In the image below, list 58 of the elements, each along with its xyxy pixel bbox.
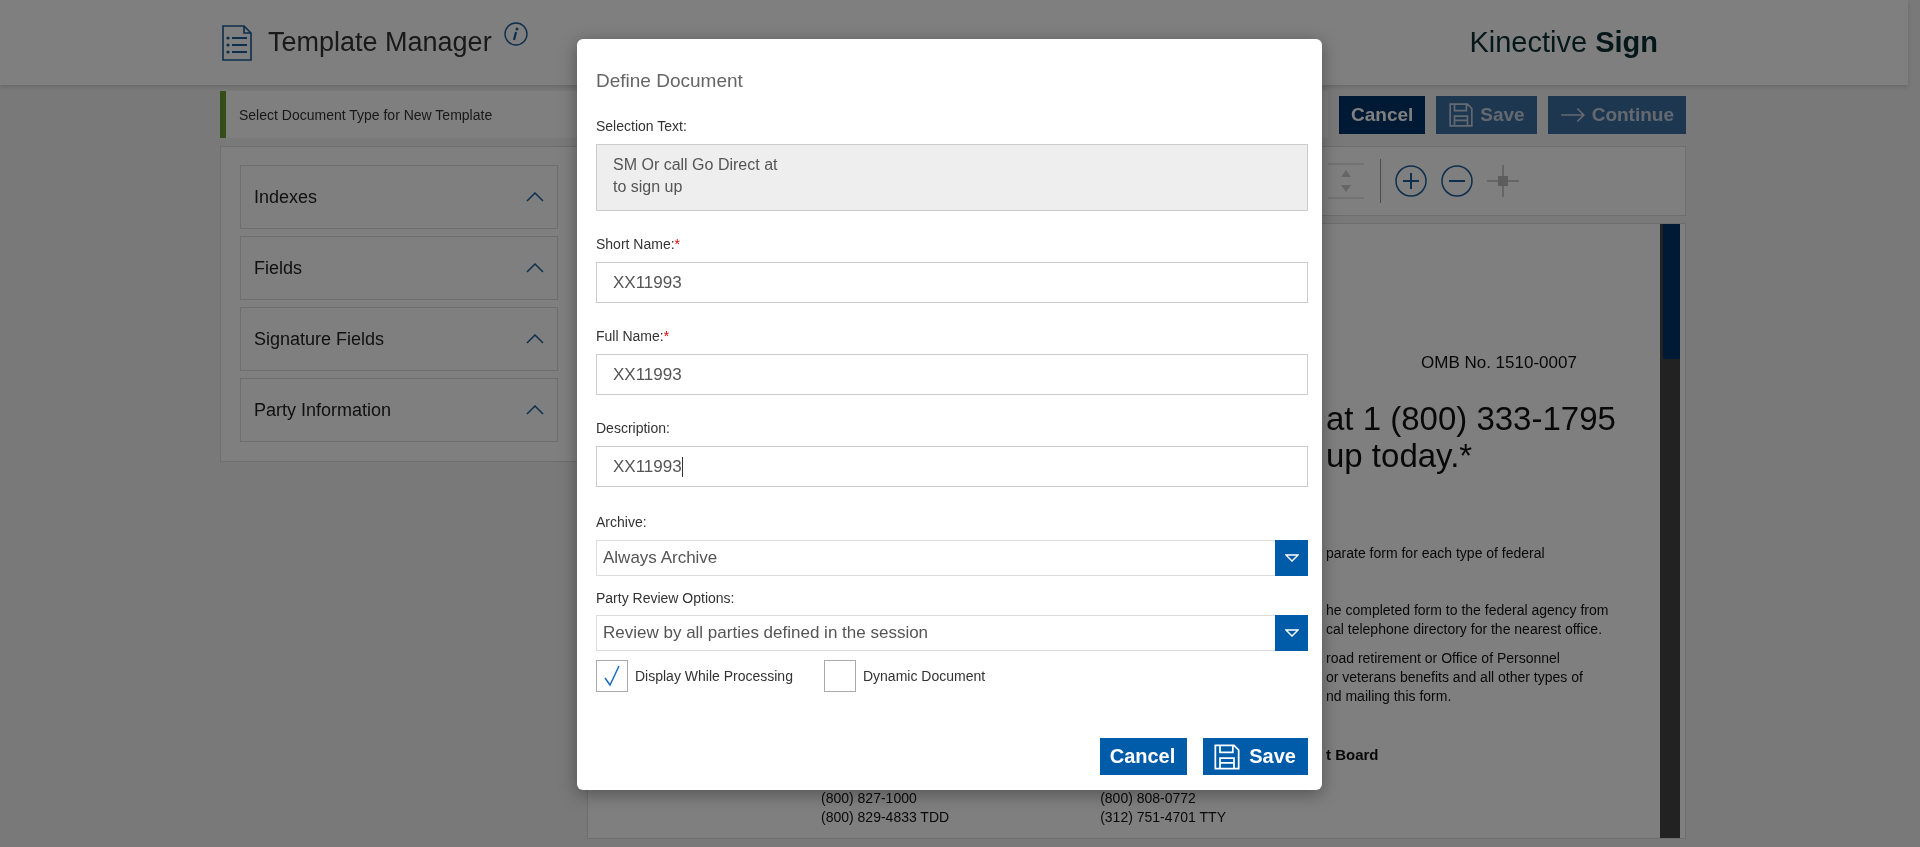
checkbox-label: Display While Processing bbox=[635, 668, 793, 684]
required-mark: * bbox=[674, 236, 681, 252]
document-heading: up today.* bbox=[1326, 437, 1473, 474]
section-title: Signature Fields bbox=[254, 328, 385, 350]
page-title: Template Manager bbox=[268, 27, 492, 58]
scrollbar[interactable] bbox=[1660, 224, 1680, 838]
document-text: cal telephone directory for the nearest office. bbox=[1326, 620, 1602, 639]
save-button[interactable]: Save bbox=[1203, 738, 1308, 775]
document-text: or veterans benefits and all other types of bbox=[1326, 668, 1583, 687]
document-text: he completed form to the federal agency from bbox=[1326, 601, 1609, 620]
phone-number: (800) 827-1000 bbox=[821, 789, 918, 808]
document-text: road retirement or Office of Personnel bbox=[1326, 649, 1560, 668]
chevron-up-icon[interactable] bbox=[526, 192, 544, 202]
document-text: nd mailing this form. bbox=[1326, 687, 1452, 706]
field-label: Archive: bbox=[596, 514, 647, 530]
phone-number: (312) 751-4701 TTY bbox=[1100, 808, 1226, 827]
cancel-button[interactable]: Cancel bbox=[1339, 95, 1426, 134]
dropdown[interactable]: Always Archive bbox=[596, 540, 1308, 576]
field-label: Full Name: bbox=[596, 328, 664, 344]
accordion-header[interactable]: Indexes bbox=[240, 165, 558, 229]
brand-logo: Kinective Sign bbox=[1469, 26, 1658, 59]
section-title: Fields bbox=[254, 257, 302, 279]
dropdown-arrow-icon[interactable] bbox=[1284, 554, 1299, 562]
chevron-up-icon[interactable] bbox=[526, 334, 544, 344]
document-text: parate form for each type of federal bbox=[1326, 544, 1545, 563]
chevron-up-icon[interactable] bbox=[526, 263, 544, 273]
list-document-icon bbox=[222, 24, 252, 61]
document-heading: at 1 (800) 333-1795 bbox=[1326, 400, 1616, 437]
accordion-header[interactable]: Party Information bbox=[240, 378, 558, 442]
zoom-out-icon[interactable] bbox=[1441, 165, 1473, 197]
field-label: Description: bbox=[596, 420, 670, 436]
chevron-up-icon[interactable] bbox=[526, 405, 544, 415]
checkbox-label: Dynamic Document bbox=[862, 668, 986, 684]
checkbox[interactable] bbox=[823, 660, 856, 692]
dropdown[interactable]: Review by all parties defined in the session bbox=[596, 615, 1308, 651]
section-title: Party Information bbox=[254, 399, 392, 421]
phone-number: (800) 808-0772 bbox=[1100, 789, 1197, 808]
field-label: Party Review Options: bbox=[596, 590, 735, 606]
selection-text-box: SM Or call Go Direct at to sign up bbox=[596, 144, 1308, 211]
cancel-button[interactable]: Cancel bbox=[1099, 738, 1188, 775]
required-mark: * bbox=[663, 328, 670, 344]
field-label: Short Name: bbox=[596, 236, 675, 252]
section-title: Indexes bbox=[254, 186, 318, 208]
dialog-title: Define Document bbox=[596, 70, 744, 93]
info-icon[interactable] bbox=[503, 22, 528, 46]
checkmark-icon bbox=[603, 665, 621, 687]
phone-number: (800) 829-4833 TDD bbox=[821, 808, 950, 827]
text-input[interactable]: XX11993 bbox=[596, 354, 1308, 395]
zoom-in-icon[interactable] bbox=[1395, 165, 1427, 197]
form-number: OMB No. 1510-0007 bbox=[1421, 353, 1577, 373]
dropdown-arrow-icon[interactable] bbox=[1284, 629, 1299, 637]
checkbox[interactable] bbox=[596, 660, 628, 692]
field-label: Selection Text: bbox=[596, 118, 687, 134]
accordion-header[interactable]: Fields bbox=[240, 236, 558, 300]
text-input[interactable]: XX11993 bbox=[596, 446, 1308, 487]
document-subheading: t Board bbox=[1326, 746, 1379, 763]
text-input[interactable]: XX11993 bbox=[596, 262, 1308, 303]
accordion-header[interactable]: Signature Fields bbox=[240, 307, 558, 371]
